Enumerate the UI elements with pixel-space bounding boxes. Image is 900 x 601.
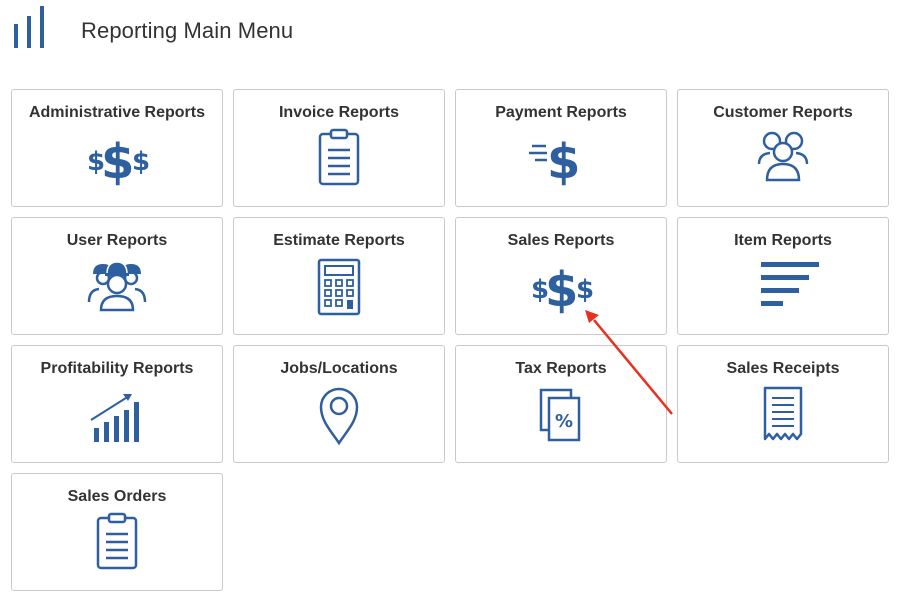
- tile-label: User Reports: [66, 232, 168, 249]
- tile-payment-reports[interactable]: Payment Reports $: [455, 89, 667, 207]
- page-title: Reporting Main Menu: [81, 18, 294, 43]
- svg-text:$: $: [132, 147, 150, 177]
- svg-text:$: $: [101, 134, 134, 190]
- svg-text:$: $: [545, 262, 578, 318]
- svg-text:$: $: [576, 275, 594, 305]
- tile-invoice-reports[interactable]: Invoice Reports: [233, 89, 445, 207]
- tile-sales-reports[interactable]: Sales Reports $ $ $: [455, 217, 667, 335]
- tile-label: Administrative Reports: [28, 104, 206, 121]
- calculator-icon: [301, 256, 377, 318]
- tile-label: Sales Receipts: [726, 360, 840, 377]
- dollar-signs-icon: $ $ $: [79, 128, 155, 190]
- tile-label: Jobs/Locations: [280, 360, 398, 377]
- customers-group-icon: [745, 128, 821, 190]
- svg-text:%: %: [555, 411, 573, 432]
- horizontal-lines-icon: [745, 256, 821, 318]
- tile-label: Estimate Reports: [273, 232, 405, 249]
- tile-label: Item Reports: [734, 232, 832, 249]
- tile-label: Invoice Reports: [278, 104, 400, 121]
- tile-customer-reports[interactable]: Customer Reports: [677, 89, 889, 207]
- bar-chart-icon: [12, 4, 48, 50]
- svg-text:$: $: [547, 134, 580, 190]
- tile-tax-reports[interactable]: Tax Reports %: [455, 345, 667, 463]
- clipboard-icon: [301, 128, 377, 190]
- report-grid: Administrative Reports $ $ $ Invoice Rep…: [11, 89, 889, 591]
- map-pin-icon: [301, 384, 377, 446]
- tile-sales-orders[interactable]: Sales Orders: [11, 473, 223, 591]
- tile-label: Sales Orders: [67, 488, 167, 505]
- tile-label: Customer Reports: [713, 104, 853, 121]
- tile-label: Sales Reports: [507, 232, 615, 249]
- tile-item-reports[interactable]: Item Reports: [677, 217, 889, 335]
- tile-label: Payment Reports: [495, 104, 627, 121]
- clipboard-icon: [79, 512, 155, 574]
- workers-hardhat-icon: [79, 256, 155, 318]
- fast-dollar-icon: $: [523, 128, 599, 190]
- tile-profitability-reports[interactable]: Profitability Reports: [11, 345, 223, 463]
- receipt-icon: [745, 384, 821, 446]
- tile-label: Profitability Reports: [40, 360, 194, 377]
- tile-sales-receipts[interactable]: Sales Receipts: [677, 345, 889, 463]
- header: Reporting Main Menu: [0, 0, 900, 70]
- tile-user-reports[interactable]: User Reports: [11, 217, 223, 335]
- tile-administrative-reports[interactable]: Administrative Reports $ $ $: [11, 89, 223, 207]
- tile-estimate-reports[interactable]: Estimate Reports: [233, 217, 445, 335]
- growth-chart-icon: [79, 384, 155, 446]
- tile-label: Tax Reports: [515, 360, 607, 377]
- dollar-signs-icon: $ $ $: [523, 256, 599, 318]
- tile-jobs-locations[interactable]: Jobs/Locations: [233, 345, 445, 463]
- tax-percent-icon: %: [523, 384, 599, 446]
